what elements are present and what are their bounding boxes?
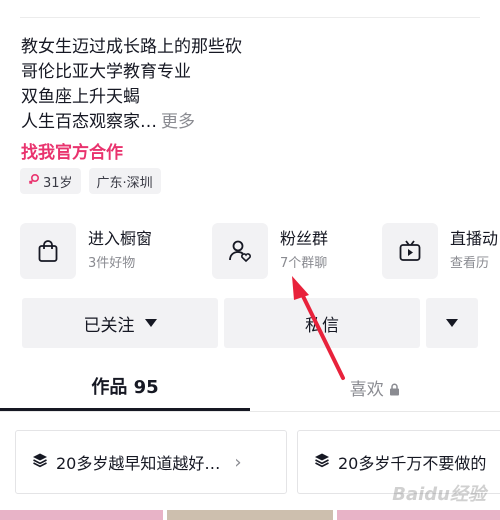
video-thumbnail[interactable] — [337, 510, 500, 520]
official-cooperation-link[interactable]: 找我官方合作 — [21, 138, 123, 163]
fan-group-title: 粉丝群 — [280, 228, 329, 248]
collection-card-2-title: 20多岁千万不要做的 — [338, 454, 487, 473]
live-replay-entry[interactable]: 直播动 查看历 — [382, 220, 498, 282]
bio-line-2: 哥伦比亚大学教育专业 — [21, 62, 191, 82]
shopping-bag-icon — [20, 223, 76, 279]
video-thumbnail[interactable] — [167, 510, 333, 520]
bio-line-4: 人生百态观察家… 更多 — [21, 110, 242, 135]
tv-play-icon — [382, 223, 438, 279]
feature-entries: 进入橱窗 3件好物 粉丝群 7个群聊 直播动 查看历 — [20, 220, 500, 282]
message-button-label: 私信 — [305, 315, 339, 336]
caret-down-icon — [446, 319, 458, 327]
stack-icon — [314, 452, 330, 472]
tab-divider — [0, 411, 500, 412]
stack-icon — [32, 452, 48, 472]
age-tag: 31岁 — [20, 168, 81, 194]
female-icon — [28, 173, 40, 189]
location-tag: 广东·深圳 — [88, 168, 161, 194]
followed-button-label: 已关注 — [83, 315, 135, 336]
collection-card-1-title: 20多岁越早知道越好… — [56, 454, 221, 473]
more-options-button[interactable] — [426, 298, 478, 348]
fan-group-icon — [212, 223, 268, 279]
content-tabs: 作品 95 喜欢 — [0, 370, 500, 412]
profile-bio: 教女生迈过成长路上的那些砍 哥伦比亚大学教育专业 双鱼座上升天蝎 人生百态观察家… — [21, 35, 242, 135]
tab-likes[interactable]: 喜欢 — [250, 375, 500, 400]
top-divider — [20, 17, 480, 18]
profile-tags: 31岁 广东·深圳 — [20, 168, 161, 194]
storefront-subtitle: 3件好物 — [88, 255, 136, 271]
message-button[interactable]: 私信 — [224, 298, 420, 348]
tab-likes-label: 喜欢 — [349, 380, 384, 400]
location-tag-label: 广东·深圳 — [96, 175, 153, 191]
storefront-title: 进入橱窗 — [88, 228, 153, 248]
collection-card-1[interactable]: 20多岁越早知道越好… › — [15, 430, 287, 494]
bio-line-4-text: 人生百态观察家… — [21, 112, 157, 132]
video-thumbnail-strip — [0, 510, 500, 520]
storefront-entry[interactable]: 进入橱窗 3件好物 — [20, 220, 152, 282]
live-replay-title: 直播动 — [450, 228, 499, 248]
chevron-right-icon: › — [234, 451, 242, 473]
followed-button[interactable]: 已关注 — [22, 298, 218, 348]
video-thumbnail[interactable] — [0, 510, 163, 520]
fan-group-entry[interactable]: 粉丝群 7个群聊 — [212, 220, 328, 282]
caret-down-icon — [144, 319, 157, 327]
bio-more-link[interactable]: 更多 — [161, 112, 195, 132]
baidu-watermark: Baidu经验 — [392, 484, 486, 505]
lock-icon — [389, 380, 400, 400]
bio-line-3: 双鱼座上升天蝎 — [21, 87, 140, 107]
fan-group-subtitle: 7个群聊 — [280, 255, 328, 271]
tab-works[interactable]: 作品 95 — [0, 373, 250, 399]
age-tag-label: 31岁 — [43, 175, 73, 191]
live-replay-subtitle: 查看历 — [450, 255, 490, 271]
bio-line-1: 教女生迈过成长路上的那些砍 — [21, 37, 242, 57]
